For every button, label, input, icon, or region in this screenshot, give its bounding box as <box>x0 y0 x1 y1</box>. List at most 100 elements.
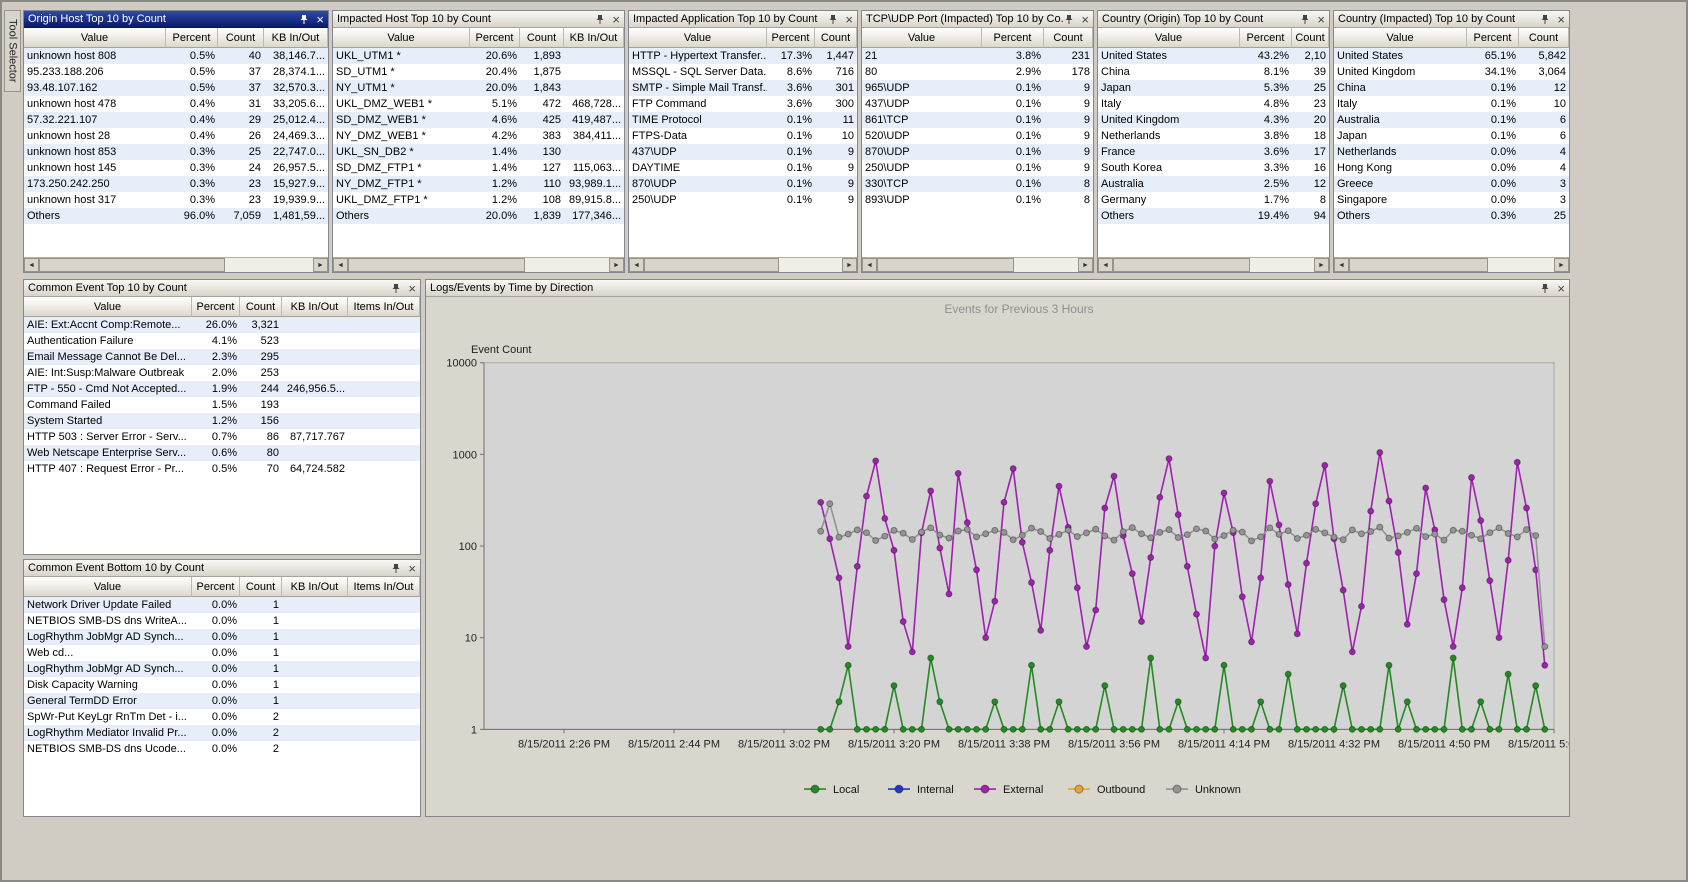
table-row[interactable]: HTTP 407 : Request Error - Pr...0.5%7064… <box>24 461 420 477</box>
scroll-left-button[interactable]: ◄ <box>862 258 877 272</box>
table-row[interactable]: Web Netscape Enterprise Serv...0.6%80 <box>24 445 420 461</box>
table-row[interactable]: unknown host 1450.3%2426,957.5... <box>24 160 328 176</box>
scroll-right-button[interactable]: ► <box>842 258 857 272</box>
close-icon[interactable]: × <box>408 283 416 294</box>
pin-icon[interactable] <box>595 14 605 25</box>
table-row[interactable]: unknown host 280.4%2624,469.3... <box>24 128 328 144</box>
close-icon[interactable]: × <box>1081 14 1089 25</box>
table-row[interactable]: Japan5.3%25 <box>1098 80 1329 96</box>
table-row[interactable]: UKL_DMZ_WEB1 *5.1%472468,728... <box>333 96 624 112</box>
column-header[interactable]: Value <box>24 297 192 317</box>
panel-titlebar[interactable]: Impacted Host Top 10 by Count × <box>333 11 624 28</box>
table-row[interactable]: Network Driver Update Failed0.0%1 <box>24 597 420 613</box>
table-row[interactable]: 250\UDP0.1%9 <box>862 160 1093 176</box>
table-row[interactable]: unknown host 3170.3%2319,939.9... <box>24 192 328 208</box>
table-row[interactable]: 802.9%178 <box>862 64 1093 80</box>
table-row[interactable]: Italy4.8%23 <box>1098 96 1329 112</box>
table-row[interactable]: FTP - 550 - Cmd Not Accepted...1.9%24424… <box>24 381 420 397</box>
table-row[interactable]: NY_DMZ_WEB1 *4.2%383384,411... <box>333 128 624 144</box>
column-header[interactable]: KB In/Out <box>564 28 624 48</box>
horizontal-scrollbar[interactable]: ◄ ► <box>333 257 624 272</box>
close-icon[interactable]: × <box>1557 283 1565 294</box>
tool-selector-tab[interactable]: Tool Selector <box>4 10 21 92</box>
table-row[interactable]: Hong Kong0.0%4 <box>1334 160 1569 176</box>
scroll-track[interactable] <box>348 258 609 272</box>
table-row[interactable]: 93.48.107.1620.5%3732,570.3... <box>24 80 328 96</box>
legend-item-unknown[interactable]: Unknown <box>1166 784 1241 796</box>
table-row[interactable]: China0.1%12 <box>1334 80 1569 96</box>
table-row[interactable]: SD_DMZ_WEB1 *4.6%425419,487... <box>333 112 624 128</box>
table-row[interactable]: South Korea3.3%16 <box>1098 160 1329 176</box>
column-header[interactable]: Percent <box>1467 28 1519 48</box>
table-row[interactable]: United Kingdom34.1%3,064 <box>1334 64 1569 80</box>
horizontal-scrollbar[interactable]: ◄ ► <box>1334 257 1569 272</box>
panel-titlebar[interactable]: Common Event Top 10 by Count × <box>24 280 420 297</box>
column-header[interactable]: Value <box>1098 28 1240 48</box>
column-header[interactable]: Items In/Out <box>348 297 420 317</box>
table-row[interactable]: HTTP 503 : Server Error - Serv...0.7%868… <box>24 429 420 445</box>
horizontal-scrollbar[interactable]: ◄ ► <box>629 257 857 272</box>
panel-titlebar[interactable]: Country (Impacted) Top 10 by Count × <box>1334 11 1569 28</box>
column-header[interactable]: Count <box>1519 28 1569 48</box>
table-row[interactable]: AIE: Int:Susp:Malware Outbreak2.0%253 <box>24 365 420 381</box>
close-icon[interactable]: × <box>408 563 416 574</box>
table-row[interactable]: unknown host 4780.4%3133,205.6... <box>24 96 328 112</box>
scroll-left-button[interactable]: ◄ <box>24 258 39 272</box>
table-row[interactable]: LogRhythm Mediator Invalid Pr...0.0%2 <box>24 725 420 741</box>
scroll-right-button[interactable]: ► <box>1078 258 1093 272</box>
horizontal-scrollbar[interactable]: ◄ ► <box>24 257 328 272</box>
events-chart[interactable]: Events for Previous 3 HoursEvent Count11… <box>426 297 1569 816</box>
table-row[interactable]: 893\UDP0.1%8 <box>862 192 1093 208</box>
table-row[interactable]: Others0.3%25 <box>1334 208 1569 224</box>
table-row[interactable]: AIE: Ext:Accnt Comp:Remote...26.0%3,321 <box>24 317 420 333</box>
table-row[interactable]: Others96.0%7,0591,481,59... <box>24 208 328 224</box>
table-row[interactable]: Others19.4%94 <box>1098 208 1329 224</box>
legend-item-local[interactable]: Local <box>804 784 859 796</box>
column-header[interactable]: Percent <box>166 28 218 48</box>
table-row[interactable]: France3.6%17 <box>1098 144 1329 160</box>
scroll-right-button[interactable]: ► <box>1314 258 1329 272</box>
column-header[interactable]: Value <box>24 577 192 597</box>
table-row[interactable]: Singapore0.0%3 <box>1334 192 1569 208</box>
close-icon[interactable]: × <box>612 14 620 25</box>
table-row[interactable]: 95.233.188.2060.5%3728,374.1... <box>24 64 328 80</box>
table-row[interactable]: 861\TCP0.1%9 <box>862 112 1093 128</box>
panel-titlebar[interactable]: Country (Origin) Top 10 by Count × <box>1098 11 1329 28</box>
pin-icon[interactable] <box>391 283 401 294</box>
column-header[interactable]: Count <box>1044 28 1093 48</box>
pin-icon[interactable] <box>828 14 838 25</box>
scroll-thumb[interactable] <box>39 258 225 272</box>
pin-icon[interactable] <box>391 563 401 574</box>
table-row[interactable]: 965\UDP0.1%9 <box>862 80 1093 96</box>
scroll-right-button[interactable]: ► <box>609 258 624 272</box>
scroll-track[interactable] <box>1113 258 1314 272</box>
scroll-thumb[interactable] <box>1113 258 1250 272</box>
table-row[interactable]: 520\UDP0.1%9 <box>862 128 1093 144</box>
table-row[interactable]: NY_UTM1 *20.0%1,843 <box>333 80 624 96</box>
table-row[interactable]: MSSQL - SQL Server Data...8.6%716 <box>629 64 857 80</box>
panel-titlebar[interactable]: TCP\UDP Port (Impacted) Top 10 by Co... … <box>862 11 1093 28</box>
table-row[interactable]: 173.250.242.2500.3%2315,927.9... <box>24 176 328 192</box>
table-row[interactable]: Web cd...0.0%1 <box>24 645 420 661</box>
table-row[interactable]: United Kingdom4.3%20 <box>1098 112 1329 128</box>
table-row[interactable]: FTPS-Data0.1%10 <box>629 128 857 144</box>
table-row[interactable]: Command Failed1.5%193 <box>24 397 420 413</box>
horizontal-scrollbar[interactable]: ◄ ► <box>862 257 1093 272</box>
close-icon[interactable]: × <box>1317 14 1325 25</box>
column-header[interactable]: Value <box>862 28 982 48</box>
table-row[interactable]: 870\UDP0.1%9 <box>862 144 1093 160</box>
table-row[interactable]: 213.8%231 <box>862 48 1093 64</box>
table-row[interactable]: LogRhythm JobMgr AD Synch...0.0%1 <box>24 629 420 645</box>
table-row[interactable]: SD_UTM1 *20.4%1,875 <box>333 64 624 80</box>
table-row[interactable]: United States43.2%2,10 <box>1098 48 1329 64</box>
pin-icon[interactable] <box>1540 283 1550 294</box>
table-row[interactable]: Authentication Failure4.1%523 <box>24 333 420 349</box>
table-row[interactable]: 330\TCP0.1%8 <box>862 176 1093 192</box>
scroll-thumb[interactable] <box>644 258 779 272</box>
table-row[interactable]: NETBIOS SMB-DS dns WriteA...0.0%1 <box>24 613 420 629</box>
table-row[interactable]: Netherlands0.0%4 <box>1334 144 1569 160</box>
column-header[interactable]: Items In/Out <box>348 577 420 597</box>
column-header[interactable]: Count <box>240 577 282 597</box>
table-row[interactable]: unknown host 8530.3%2522,747.0... <box>24 144 328 160</box>
table-row[interactable]: Email Message Cannot Be Del...2.3%295 <box>24 349 420 365</box>
